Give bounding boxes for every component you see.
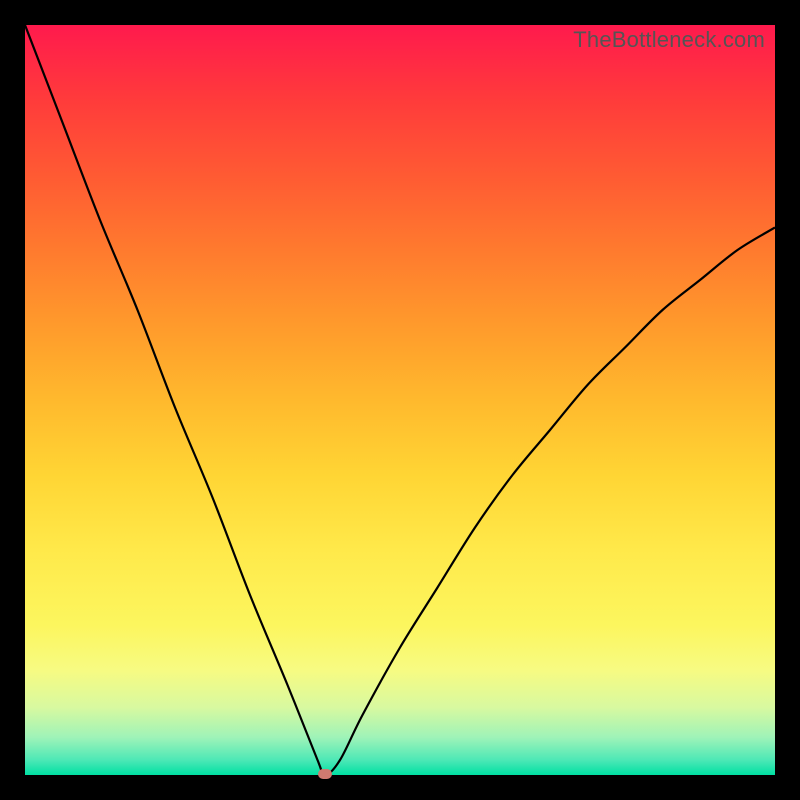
bottleneck-curve [25, 25, 775, 775]
chart-frame: TheBottleneck.com [0, 0, 800, 800]
minimum-marker [318, 769, 332, 779]
plot-area: TheBottleneck.com [25, 25, 775, 775]
